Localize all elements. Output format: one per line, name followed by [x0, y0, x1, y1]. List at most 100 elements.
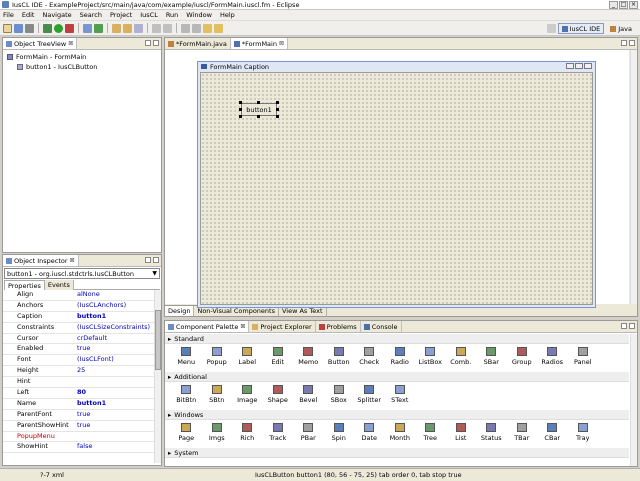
- prop-row[interactable]: ParentShowHint true: [3, 421, 161, 432]
- palette-item[interactable]: SBtn: [202, 382, 233, 404]
- palette-item[interactable]: Memo: [293, 344, 324, 366]
- palette-item[interactable]: Tree: [415, 420, 446, 442]
- palette-item[interactable]: Comb.: [446, 344, 477, 366]
- palette-item[interactable]: Status: [476, 420, 507, 442]
- palette-item[interactable]: SBar: [476, 344, 507, 366]
- maximize-view-icon[interactable]: [629, 323, 635, 329]
- palette-item[interactable]: BitBtn: [171, 382, 202, 404]
- maximize-view-icon[interactable]: [153, 257, 159, 263]
- palette-item[interactable]: Popup: [202, 344, 233, 366]
- menu-help[interactable]: Help: [220, 11, 235, 19]
- close-button[interactable]: ×: [629, 1, 638, 9]
- prop-row[interactable]: Name button1: [3, 399, 161, 410]
- palette-group-windows[interactable]: ▸ Windows: [165, 410, 629, 420]
- prop-row[interactable]: Cursor crDefault: [3, 334, 161, 345]
- palette-item[interactable]: Splitter: [354, 382, 385, 404]
- palette-item[interactable]: List: [446, 420, 477, 442]
- palette-item[interactable]: Check: [354, 344, 385, 366]
- close-icon[interactable]: ⊠: [68, 40, 73, 47]
- tab-problems[interactable]: Problems: [315, 321, 361, 332]
- open-resource-icon[interactable]: [123, 23, 132, 33]
- perspective-java[interactable]: Java: [606, 23, 636, 34]
- palette-item[interactable]: Tray: [568, 420, 599, 442]
- menu-window[interactable]: Window: [186, 11, 212, 19]
- palette-group-system[interactable]: ▸ System: [165, 448, 629, 458]
- palette-item[interactable]: Page: [171, 420, 202, 442]
- close-icon[interactable]: ⊠: [279, 40, 284, 47]
- menu-edit[interactable]: Edit: [22, 11, 35, 19]
- close-icon[interactable]: ⊠: [70, 257, 75, 264]
- prop-row[interactable]: Enabled true: [3, 344, 161, 356]
- mark-icon[interactable]: [163, 23, 172, 33]
- forward-icon[interactable]: [214, 23, 223, 33]
- prop-row[interactable]: Height 25: [3, 366, 161, 378]
- prop-row[interactable]: Caption button1: [3, 312, 161, 323]
- tab-events[interactable]: Events: [44, 280, 74, 290]
- new-icon[interactable]: [3, 23, 12, 33]
- palette-item[interactable]: PBar: [293, 420, 324, 442]
- palette-group-additional[interactable]: ▸ Additional: [165, 372, 629, 382]
- external-tools-icon[interactable]: [65, 23, 74, 33]
- prop-row[interactable]: PopupMenu: [3, 432, 161, 443]
- component-selector[interactable]: button1 - org.iuscl.stdctrls.IusCLButton…: [4, 268, 160, 279]
- inspector-scrollbar[interactable]: [154, 290, 161, 463]
- palette-item[interactable]: SBox: [324, 382, 355, 404]
- close-icon[interactable]: ⊠: [240, 323, 245, 330]
- selection-handle[interactable]: [239, 115, 242, 118]
- tree-node-button1[interactable]: button1 - IusCLButton: [7, 62, 157, 72]
- maximize-view-icon[interactable]: [153, 40, 159, 46]
- prop-row[interactable]: ParentFont true: [3, 410, 161, 421]
- palette-item[interactable]: Menu: [171, 344, 202, 366]
- selection-handle[interactable]: [239, 108, 242, 111]
- palette-item[interactable]: Bevel: [293, 382, 324, 404]
- prop-row[interactable]: Align alNone: [3, 290, 161, 301]
- menu-file[interactable]: File: [3, 11, 14, 19]
- minimize-view-icon[interactable]: [145, 40, 151, 46]
- palette-item[interactable]: Rich: [232, 420, 263, 442]
- menu-iuscl[interactable]: IusCL: [140, 11, 158, 19]
- debug-icon[interactable]: [43, 23, 52, 33]
- palette-item[interactable]: Label: [232, 344, 263, 366]
- save-icon[interactable]: [14, 23, 23, 33]
- palette-item[interactable]: Date: [354, 420, 385, 442]
- palette-item[interactable]: CBar: [537, 420, 568, 442]
- maximize-button[interactable]: □: [619, 1, 628, 9]
- selection-handle[interactable]: [257, 115, 260, 118]
- palette-item[interactable]: Button: [324, 344, 355, 366]
- palette-item[interactable]: Track: [263, 420, 294, 442]
- editor-scrollbar[interactable]: [630, 50, 637, 304]
- tree-node-formmain[interactable]: FormMain - FormMain: [7, 52, 157, 62]
- palette-item[interactable]: Spin: [324, 420, 355, 442]
- palette-group-standard[interactable]: ▸ Standard: [165, 334, 629, 344]
- new-class-icon[interactable]: [83, 23, 92, 33]
- minimize-button[interactable]: _: [609, 1, 618, 9]
- menu-search[interactable]: Search: [80, 11, 102, 19]
- menu-run[interactable]: Run: [166, 11, 178, 19]
- prop-row[interactable]: Constraints (IusCLSizeConstraints): [3, 323, 161, 334]
- prop-row[interactable]: Anchors (IusCLAnchors): [3, 301, 161, 312]
- open-perspective-icon[interactable]: [546, 24, 556, 33]
- palette-item[interactable]: ListBox: [415, 344, 446, 366]
- print-icon[interactable]: [25, 23, 34, 33]
- tab-component-palette[interactable]: Component Palette ⊠: [165, 321, 250, 332]
- search-icon[interactable]: [134, 23, 143, 33]
- new-package-icon[interactable]: [94, 23, 103, 33]
- selection-handle[interactable]: [257, 101, 260, 104]
- palette-item[interactable]: Group: [507, 344, 538, 366]
- menu-navigate[interactable]: Navigate: [42, 11, 71, 19]
- perspective-iuscl[interactable]: IusCL IDE: [557, 23, 605, 34]
- palette-item[interactable]: Shape: [263, 382, 294, 404]
- palette-item[interactable]: SText: [385, 382, 416, 404]
- edit-icon[interactable]: [152, 23, 161, 33]
- designed-form-window[interactable]: FormMain Caption: [197, 61, 596, 308]
- next-annotation-icon[interactable]: [181, 23, 190, 33]
- menu-project[interactable]: Project: [110, 11, 132, 19]
- palette-item[interactable]: Imgs: [202, 420, 233, 442]
- selection-handle[interactable]: [276, 108, 279, 111]
- tab-properties[interactable]: Properties: [4, 280, 45, 290]
- palette-item[interactable]: Image: [232, 382, 263, 404]
- tab-object-inspector[interactable]: Object Inspector ⊠: [3, 255, 79, 266]
- minimize-view-icon[interactable]: [621, 323, 627, 329]
- tab-project-explorer[interactable]: Project Explorer: [249, 321, 316, 332]
- scroll-thumb[interactable]: [155, 310, 161, 370]
